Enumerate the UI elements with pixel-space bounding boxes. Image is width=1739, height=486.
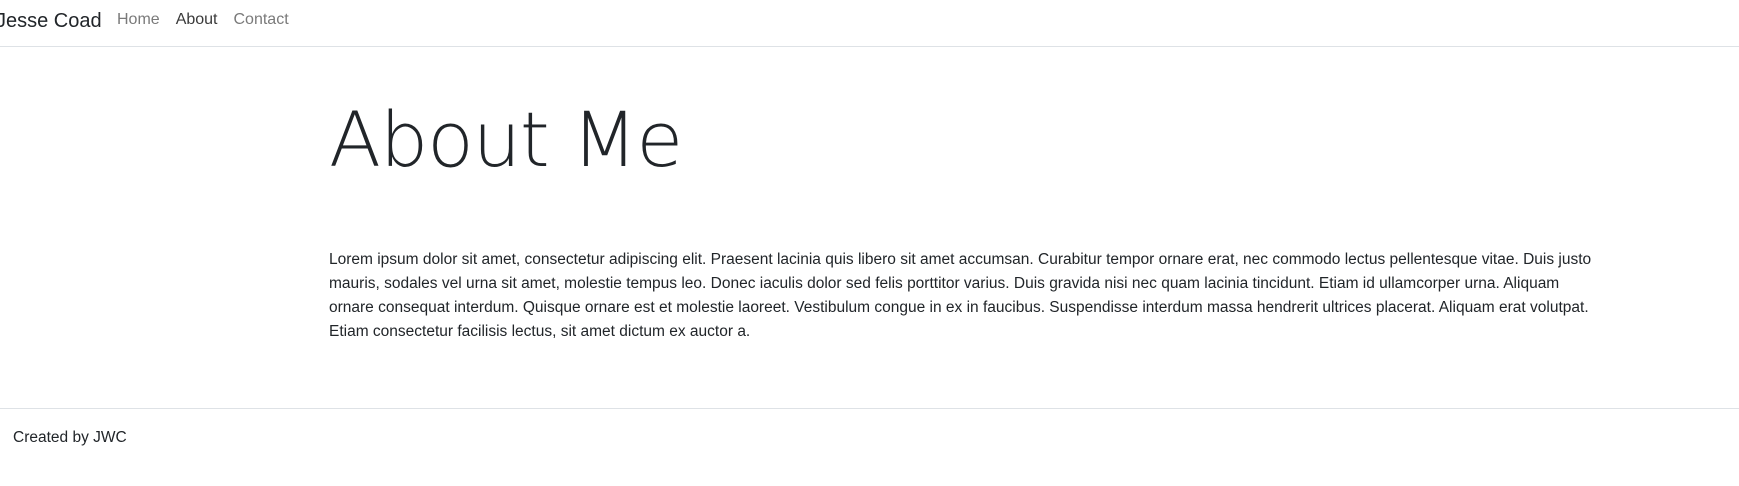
footer-credit: Created by JWC	[13, 429, 127, 446]
footer: Created by JWC	[0, 408, 1739, 486]
nav-item-contact[interactable]: Contact	[234, 10, 289, 30]
brand-link[interactable]: Jesse Coad	[0, 9, 102, 33]
main-content: About Me Lorem ipsum dolor sit amet, con…	[329, 95, 1591, 340]
about-paragraph: Lorem ipsum dolor sit amet, consectetur …	[329, 251, 1592, 340]
nav-item-home[interactable]: Home	[117, 10, 160, 30]
nav-menu: Home About Contact	[117, 10, 305, 30]
navbar: Jesse Coad Home About Contact	[0, 0, 1739, 47]
page-title: About Me	[329, 95, 683, 184]
nav-item-about[interactable]: About	[176, 10, 218, 30]
